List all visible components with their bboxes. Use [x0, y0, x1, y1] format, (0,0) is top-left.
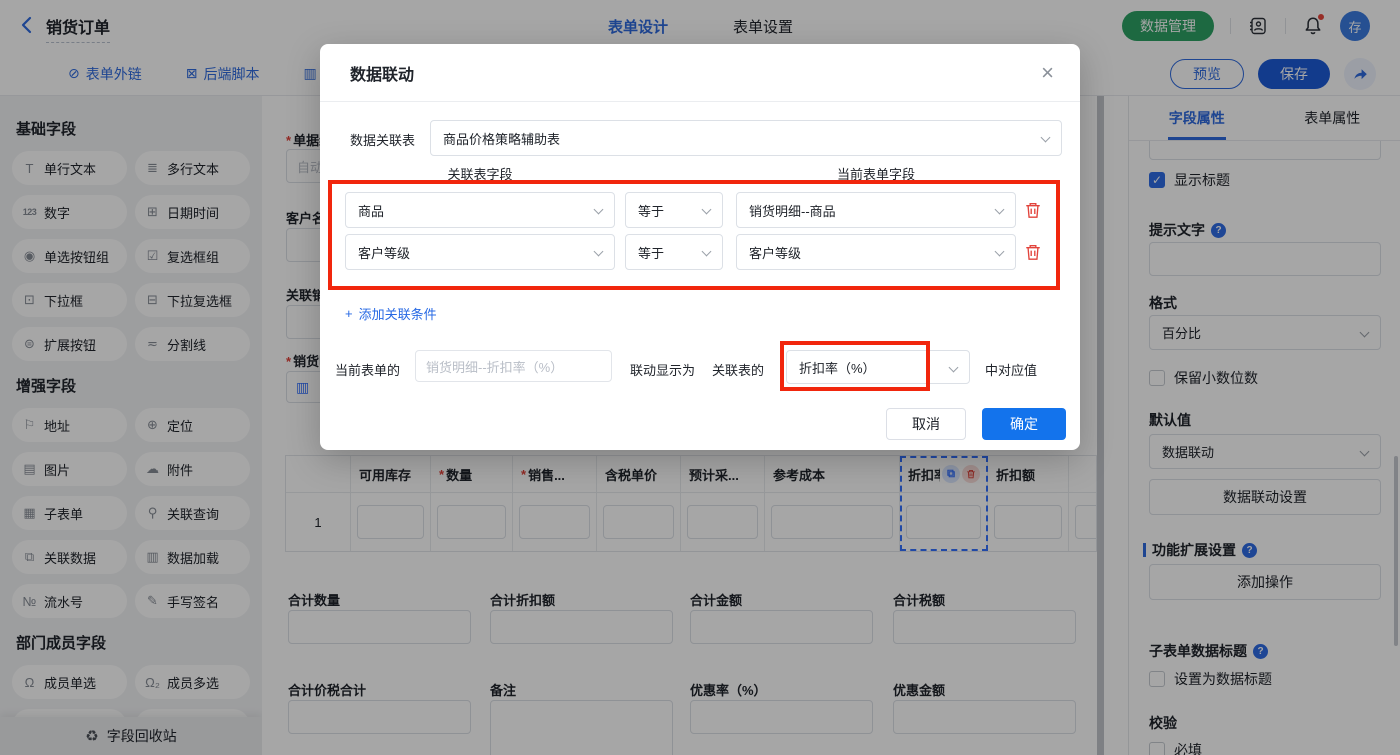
value: 等于	[638, 245, 665, 261]
chevron-down-icon	[948, 362, 959, 373]
add-condition-link[interactable]: + 添加关联条件	[345, 304, 437, 323]
condition1-operator-select[interactable]: 等于	[625, 192, 723, 228]
add-condition-label: 添加关联条件	[358, 307, 437, 322]
chevron-down-icon	[1040, 132, 1051, 143]
condition1-delete-icon[interactable]	[1024, 201, 1042, 219]
condition2-delete-icon[interactable]	[1024, 243, 1042, 261]
close-icon[interactable]: ×	[1041, 62, 1054, 84]
value: 等于	[638, 203, 665, 219]
chevron-down-icon	[994, 246, 1005, 257]
chevron-down-icon	[593, 246, 604, 257]
current-field-input-disabled: 销货明细--折扣率（%）	[415, 350, 612, 382]
condition2-current-field-select[interactable]: 客户等级	[736, 234, 1016, 270]
relation-table-label: 数据关联表	[350, 133, 416, 148]
condition1-relation-field-select[interactable]: 商品	[345, 192, 615, 228]
relation-table-value: 商品价格策略辅助表	[443, 131, 561, 147]
value: 客户等级	[749, 245, 802, 261]
confirm-button[interactable]: 确定	[982, 408, 1066, 440]
related-table-label: 关联表的	[712, 363, 765, 378]
dialog-title: 数据联动	[350, 66, 415, 84]
suffix-label: 中对应值	[985, 363, 1038, 378]
relation-table-select[interactable]: 商品价格策略辅助表	[430, 120, 1062, 156]
dialog-header: 数据联动	[320, 44, 1080, 102]
data-linkage-dialog: 数据联动 × 数据关联表 商品价格策略辅助表 关联表字段 当前表单字段 商品 等…	[320, 44, 1080, 450]
condition2-operator-select[interactable]: 等于	[625, 234, 723, 270]
condition1-current-field-select[interactable]: 销货明细--商品	[736, 192, 1016, 228]
chevron-down-icon	[593, 204, 604, 215]
chevron-down-icon	[994, 204, 1005, 215]
condition2-relation-field-select[interactable]: 客户等级	[345, 234, 615, 270]
chevron-down-icon	[701, 246, 712, 257]
related-field-value: 折扣率（%）	[799, 360, 876, 376]
related-field-select[interactable]: 折扣率（%）	[786, 350, 970, 384]
app-window: 销货订单 表单设计 表单设置 数据管理 存 ⊘ 表单外链 ⊠ 后端脚本 ▥ 预览…	[0, 0, 1400, 755]
column-header-relation-field: 关联表字段	[447, 167, 513, 182]
value: 商品	[358, 203, 385, 219]
plus-icon: +	[345, 306, 353, 321]
current-form-label: 当前表单的	[335, 363, 401, 378]
cancel-button[interactable]: 取消	[886, 408, 966, 440]
column-header-current-field: 当前表单字段	[836, 167, 915, 182]
display-as-label: 联动显示为	[630, 363, 696, 378]
value: 销货明细--商品	[749, 203, 836, 219]
chevron-down-icon	[701, 204, 712, 215]
value: 客户等级	[358, 245, 411, 261]
